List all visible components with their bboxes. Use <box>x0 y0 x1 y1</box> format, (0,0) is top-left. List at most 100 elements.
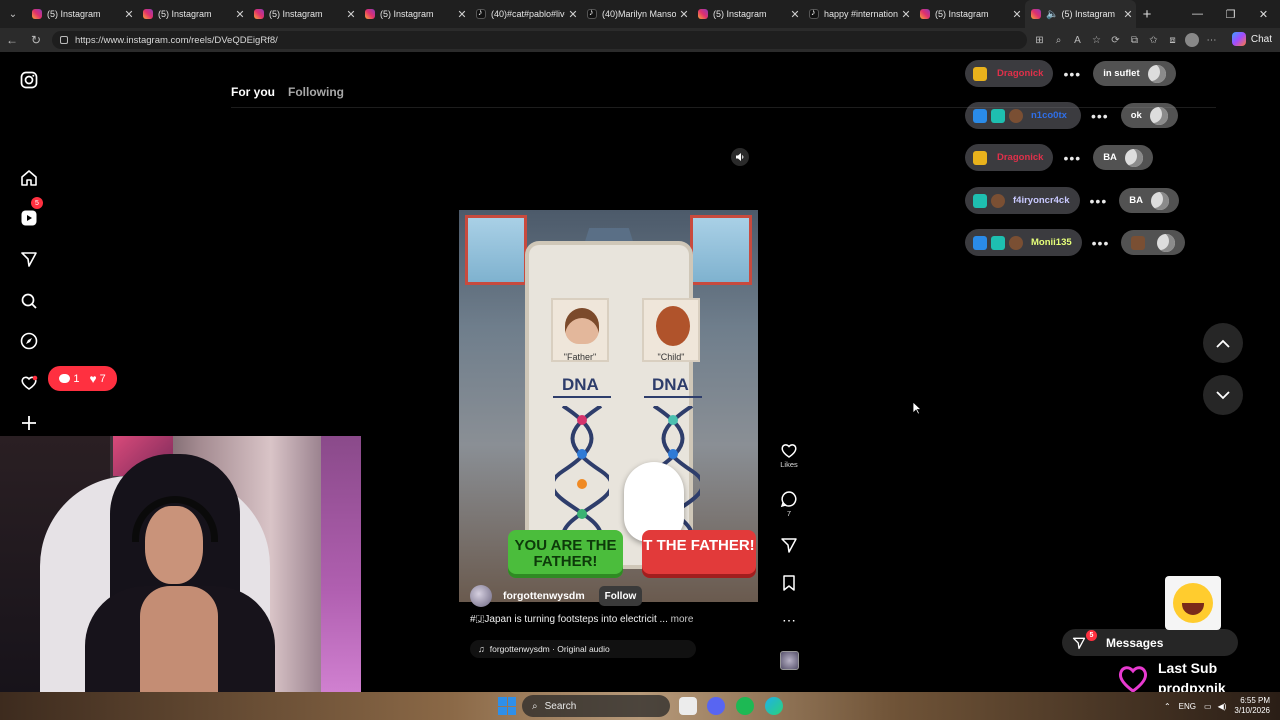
share-button[interactable] <box>776 536 802 554</box>
follow-button[interactable]: Follow <box>598 586 643 606</box>
father-head <box>565 308 599 344</box>
browser-tab[interactable]: happy #internationa✕ <box>803 0 914 28</box>
search-icon[interactable] <box>18 290 40 312</box>
browser-tab[interactable]: (40)Marilyn Manson✕ <box>581 0 692 28</box>
audio-thumbnail[interactable] <box>780 651 799 670</box>
site-info-icon[interactable] <box>60 36 68 44</box>
tab-for-you[interactable]: For you <box>231 85 275 99</box>
reload-icon[interactable]: ↻ <box>24 28 48 52</box>
home-icon[interactable] <box>18 167 40 189</box>
collections-icon[interactable]: ⧈ <box>1163 35 1182 46</box>
close-tab-icon[interactable]: ✕ <box>787 8 803 21</box>
chat-message-row: Dragonick ••• BA <box>965 144 1153 171</box>
notifications-heart-icon[interactable] <box>18 372 40 394</box>
browser-tab[interactable]: (5) Instagram ✕ <box>914 0 1025 28</box>
volume-icon[interactable]: ◀) <box>1218 702 1227 711</box>
network-icon[interactable]: ▭ <box>1204 702 1212 711</box>
browser-tab[interactable]: (5) Instagram ✕ <box>692 0 803 28</box>
close-tab-icon[interactable]: ✕ <box>676 8 692 21</box>
moon-emote-icon <box>1150 191 1169 210</box>
browser-tab[interactable]: 🔈 (5) Instagram ✕ <box>1025 0 1136 28</box>
url-field[interactable]: https://www.instagram.com/reels/DVeQDEig… <box>52 31 1027 49</box>
reel-video-frame[interactable]: "Father" "Child" DNA DNA YOU ARE THE FAT… <box>459 210 758 602</box>
previous-reel-button[interactable] <box>1203 323 1243 363</box>
browser-tab[interactable]: (5) Instagram ✕ <box>359 0 470 28</box>
reel-player[interactable]: "Father" "Child" DNA DNA YOU ARE THE FAT… <box>459 140 758 671</box>
taskbar-clock[interactable]: 6:55 PM 3/10/2026 <box>1234 696 1270 716</box>
windows-start-icon[interactable] <box>498 697 516 715</box>
activity-notification-pill[interactable]: 1 ♥ 7 <box>48 366 117 391</box>
speaker-mute-icon[interactable] <box>731 148 749 166</box>
explore-compass-icon[interactable] <box>18 330 40 352</box>
chat-message-pill <box>1121 230 1186 255</box>
reels-icon[interactable] <box>18 207 40 229</box>
chat-dots: ••• <box>1063 65 1082 82</box>
close-tab-icon[interactable]: ✕ <box>121 8 137 21</box>
caption-more-link[interactable]: more <box>671 614 694 625</box>
taskbar-search[interactable]: ⌕ Search <box>522 695 670 717</box>
discord-icon[interactable] <box>707 697 725 715</box>
create-plus-icon[interactable] <box>18 412 40 434</box>
taskbar-app-icon[interactable] <box>679 697 697 715</box>
original-audio-link[interactable]: ♫ forgottenwysdm · Original audio <box>470 640 696 658</box>
teal-badge-icon <box>991 108 1005 123</box>
zoom-icon[interactable]: ⌕ <box>1049 35 1068 46</box>
maximize-icon[interactable]: ❐ <box>1214 0 1247 28</box>
app-available-icon[interactable]: ⊞ <box>1030 35 1049 46</box>
next-reel-button[interactable] <box>1203 375 1243 415</box>
caption-ellipsis: ... <box>659 614 668 625</box>
direct-messages-icon[interactable] <box>18 248 40 270</box>
extensions-icon[interactable]: ⧉ <box>1125 35 1144 46</box>
close-window-icon[interactable]: ✕ <box>1247 0 1280 28</box>
instagram-logo-icon[interactable] <box>18 69 40 91</box>
instagram-icon <box>143 9 153 19</box>
messages-button[interactable]: 5 Messages <box>1062 629 1238 656</box>
browser-tab[interactable]: (5) Instagram ✕ <box>248 0 359 28</box>
edge-browser-icon[interactable] <box>765 697 783 715</box>
favorite-star-icon[interactable]: ☆ <box>1087 35 1106 46</box>
copilot-chat-button[interactable]: Chat <box>1231 32 1272 46</box>
not-the-father-sign: T THE FATHER! <box>642 530 756 578</box>
messages-count-badge: 5 <box>31 197 43 209</box>
like-button[interactable]: Likes <box>776 442 802 469</box>
back-arrow-icon[interactable]: ← <box>0 28 24 52</box>
tab-actions-chevron-icon[interactable]: ⌄ <box>0 0 26 28</box>
taskbar-search-icon: ⌕ <box>532 700 538 712</box>
comment-bubble-icon <box>780 491 797 508</box>
more-options-dots-icon[interactable]: ⋯ <box>776 612 802 629</box>
comment-button[interactable]: 7 <box>776 490 802 518</box>
browser-tab[interactable]: (5) Instagram ✕ <box>137 0 248 28</box>
save-button[interactable] <box>776 574 802 592</box>
spotify-icon[interactable] <box>736 697 754 715</box>
read-aloud-icon[interactable]: A <box>1068 35 1087 46</box>
new-tab-plus-icon[interactable]: + <box>1136 6 1158 23</box>
tab-audio-speaker-icon[interactable]: 🔈 <box>1046 9 1058 20</box>
browser-tab[interactable]: (40)#cat#pablo#live✕ <box>470 0 581 28</box>
chat-message-text: ok <box>1130 110 1142 121</box>
tab-title: (40)#cat#pablo#live <box>491 9 565 19</box>
minimize-icon[interactable]: — <box>1181 0 1214 28</box>
chat-username-pill: Dragonick <box>965 144 1054 171</box>
close-tab-icon[interactable]: ✕ <box>1009 8 1025 21</box>
close-tab-icon[interactable]: ✕ <box>343 8 359 21</box>
profile-avatar[interactable] <box>1185 33 1199 47</box>
close-tab-icon[interactable]: ✕ <box>565 8 581 21</box>
author-username[interactable]: forgottenwysdm <box>503 590 585 602</box>
browser-tab[interactable]: (5) Instagram ✕ <box>26 0 137 28</box>
more-options-icon[interactable]: ⋯ <box>1202 35 1221 46</box>
close-tab-icon[interactable]: ✕ <box>898 8 914 21</box>
language-indicator[interactable]: ENG <box>1179 702 1196 711</box>
refresh-extension-icon[interactable]: ⟳ <box>1106 35 1125 46</box>
dna-label-right: DNA <box>652 375 689 394</box>
close-tab-icon[interactable]: ✕ <box>1120 8 1136 21</box>
favorites-icon[interactable]: ✩ <box>1144 35 1163 46</box>
close-tab-icon[interactable]: ✕ <box>454 8 470 21</box>
tray-overflow-chevron-icon[interactable]: ⌃ <box>1164 702 1171 711</box>
chat-message-row: Dragonick ••• in suflet <box>965 60 1176 87</box>
author-avatar[interactable] <box>470 585 492 607</box>
chat-username: Dragonick <box>997 68 1044 79</box>
tab-following[interactable]: Following <box>288 85 344 99</box>
reel-caption[interactable]: #🇯Japan is turning footsteps into electr… <box>470 614 693 625</box>
close-tab-icon[interactable]: ✕ <box>232 8 248 21</box>
like-heart-icon <box>781 444 797 458</box>
